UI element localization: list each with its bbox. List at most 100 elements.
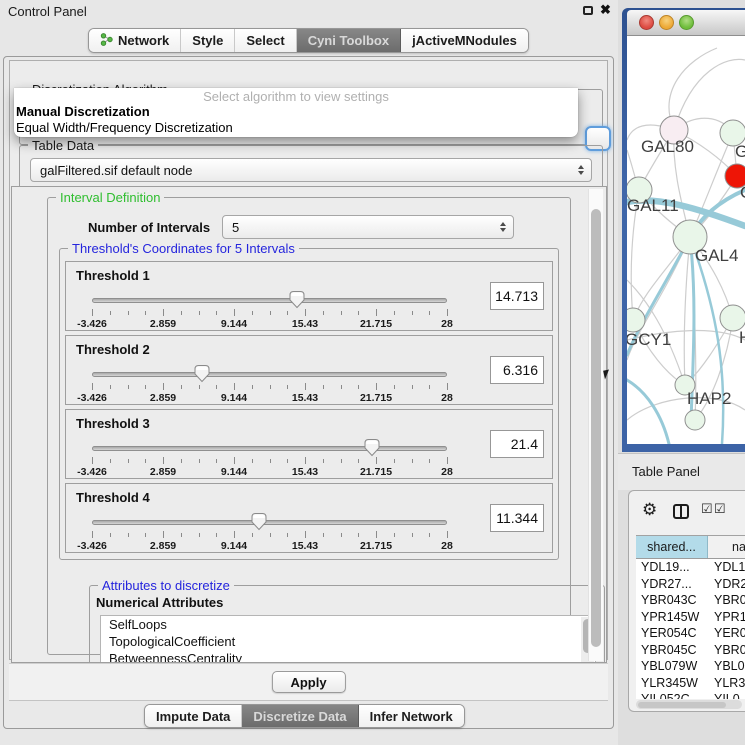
close-traffic-light[interactable] <box>639 15 654 30</box>
cell-name[interactable]: YBR0 <box>708 642 745 659</box>
cell-shared-name[interactable]: YLR345W <box>636 675 708 692</box>
cell-shared-name[interactable]: YBR043C <box>636 592 708 609</box>
slider-thumb[interactable] <box>288 290 306 309</box>
tab-style[interactable]: Style <box>181 29 235 52</box>
tab-cyni-toolbox[interactable]: Cyni Toolbox <box>297 29 401 52</box>
slider-track[interactable] <box>92 298 447 303</box>
column-header-name[interactable]: na <box>708 536 745 558</box>
slider-tick <box>305 383 306 390</box>
slider-tick <box>305 309 306 316</box>
cell-shared-name[interactable]: YER054C <box>636 625 708 642</box>
column-header-shared-name[interactable]: shared... <box>636 536 708 558</box>
threshold-value-field[interactable] <box>490 356 544 384</box>
numerical-attributes-list[interactable]: SelfLoopsTopologicalCoefficientBetweenne… <box>100 615 596 663</box>
cell-name[interactable]: YBL0 <box>708 658 745 675</box>
slider-tick-label: 9.144 <box>221 466 247 478</box>
attribute-list-item[interactable]: BetweennessCentrality <box>101 650 595 663</box>
cell-name[interactable]: YDL1 <box>708 559 745 576</box>
table-row[interactable]: YER054CYER0 <box>636 625 745 642</box>
cell-name[interactable]: YLR3 <box>708 675 745 692</box>
tab-discretize-data[interactable]: Discretize Data <box>242 705 358 727</box>
cell-shared-name[interactable]: YBL079W <box>636 658 708 675</box>
slider-thumb[interactable] <box>193 364 211 383</box>
table-horizontal-scrollbar[interactable] <box>636 700 742 709</box>
threshold-value-field[interactable] <box>490 504 544 532</box>
threshold-slider[interactable]: -3.4262.8599.14415.4321.71528 <box>92 510 447 552</box>
cell-shared-name[interactable]: YBR045C <box>636 642 708 659</box>
cell-shared-name[interactable]: YPR145W <box>636 609 708 626</box>
table-row[interactable]: YPR145WYPR1 <box>636 609 745 626</box>
slider-tick <box>447 531 448 538</box>
minimize-traffic-light[interactable] <box>659 15 674 30</box>
zoom-traffic-light[interactable] <box>679 15 694 30</box>
number-of-intervals-combobox[interactable]: 5 <box>222 215 514 239</box>
network-node[interactable] <box>685 410 705 430</box>
tab-label: jActiveMNodules <box>412 33 517 48</box>
table-row[interactable]: YBR045CYBR0 <box>636 642 745 659</box>
gear-icon[interactable]: ⚙ <box>642 501 657 518</box>
cell-shared-name[interactable]: YIL052C <box>636 691 708 699</box>
tab-jactivemnodules[interactable]: jActiveMNodules <box>401 29 528 52</box>
slider-tick <box>216 533 217 537</box>
tab-infer-network[interactable]: Infer Network <box>359 705 464 727</box>
threshold-label: Threshold 4 <box>76 490 150 505</box>
cell-name[interactable]: YER0 <box>708 625 745 642</box>
threshold-panel: Threshold 1 -3.4262.8599.14415.4321.7152… <box>65 261 553 331</box>
attribute-list-item[interactable]: TopologicalCoefficient <box>101 633 595 650</box>
table-row[interactable]: YDR27...YDR2 <box>636 576 745 593</box>
attribute-list-item[interactable]: SelfLoops <box>101 616 595 633</box>
settings-scrollbar[interactable] <box>588 189 603 661</box>
node-table[interactable]: shared... na YDL19...YDL1YDR27...YDR2YBR… <box>636 535 745 699</box>
slider-tick-label: 15.43 <box>292 540 318 552</box>
threshold-slider[interactable]: -3.4262.8599.14415.4321.71528 <box>92 362 447 404</box>
table-row[interactable]: YIL052CYIL0 <box>636 691 745 699</box>
dropdown-prompt: Select algorithm to view settings <box>14 88 578 104</box>
columns-icon[interactable] <box>673 504 689 519</box>
slider-thumb[interactable] <box>363 438 381 457</box>
network-graph: GAL80GCGAL11GAL4GCY1HHAP2 <box>627 36 745 444</box>
close-icon[interactable]: ✖ <box>600 2 611 18</box>
slider-track[interactable] <box>92 372 447 377</box>
threshold-slider[interactable]: -3.4262.8599.14415.4321.71528 <box>92 288 447 330</box>
settings-scrollbar-thumb[interactable] <box>591 209 601 647</box>
table-row[interactable]: YBL079WYBL0 <box>636 658 745 675</box>
checkbox-icon[interactable]: ☑ <box>701 502 713 515</box>
cell-shared-name[interactable]: YDL19... <box>636 559 708 576</box>
table-scrollbar-thumb[interactable] <box>638 702 726 708</box>
network-node-label: C <box>740 183 745 202</box>
cell-name[interactable]: YIL0 <box>708 691 745 699</box>
cell-shared-name[interactable]: YDR27... <box>636 576 708 593</box>
slider-track[interactable] <box>92 520 447 525</box>
threshold-value-field[interactable] <box>490 430 544 458</box>
tab-impute-data[interactable]: Impute Data <box>145 705 242 727</box>
slider-tick <box>110 459 111 463</box>
network-edge[interactable] <box>684 237 690 385</box>
slider-thumb[interactable] <box>250 512 268 531</box>
cell-name[interactable]: YBR0 <box>708 592 745 609</box>
network-canvas[interactable]: GAL80GCGAL11GAL4GCY1HHAP2 <box>627 36 745 444</box>
network-window-titlebar[interactable] <box>627 10 745 36</box>
cell-name[interactable]: YPR1 <box>708 609 745 626</box>
table-row[interactable]: YDL19...YDL1 <box>636 559 745 576</box>
table-row[interactable]: YLR345WYLR3 <box>636 675 745 692</box>
threshold-value-field[interactable] <box>490 282 544 310</box>
checkbox-icon[interactable]: ☑ <box>714 502 726 515</box>
cell-name[interactable]: YDR2 <box>708 576 745 593</box>
dropdown-item-manual-discretization[interactable]: Manual Discretization <box>14 104 578 120</box>
slider-tick <box>252 533 253 537</box>
tab-select[interactable]: Select <box>235 29 296 52</box>
threshold-slider[interactable]: -3.4262.8599.14415.4321.71528 <box>92 436 447 478</box>
slider-track[interactable] <box>92 446 447 451</box>
table-data-combobox[interactable]: galFiltered.sif default node <box>30 158 592 182</box>
dropdown-item-equal-width-frequency[interactable]: Equal Width/Frequency Discretization <box>14 120 578 136</box>
float-window-icon[interactable] <box>583 6 593 15</box>
slider-tick <box>92 309 93 316</box>
table-row[interactable]: YBR043CYBR0 <box>636 592 745 609</box>
combo-arrows-icon <box>578 165 584 175</box>
apply-button[interactable]: Apply <box>271 671 345 693</box>
tab-network[interactable]: Network <box>89 29 181 52</box>
network-edge-highlighted[interactable] <box>627 380 669 444</box>
slider-tick <box>252 459 253 463</box>
tab-label: Style <box>192 33 223 48</box>
slider-tick <box>128 385 129 389</box>
